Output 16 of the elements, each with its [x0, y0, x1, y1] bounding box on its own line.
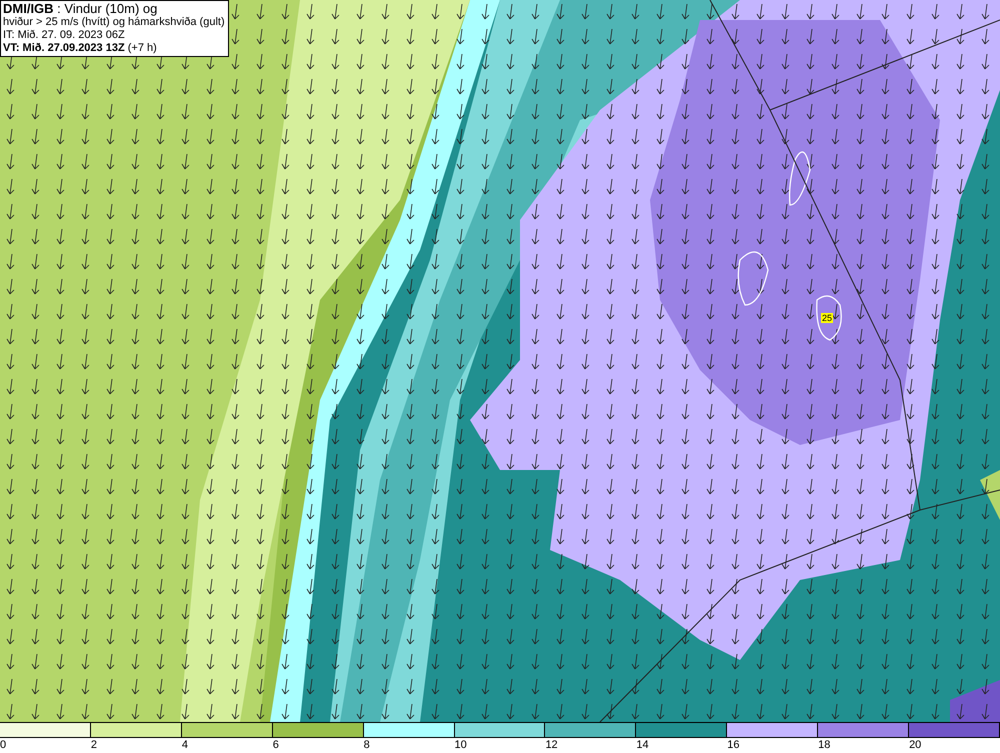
legend-tick-label: 18	[818, 738, 830, 752]
legend-tick-label: 8	[364, 738, 370, 752]
title-line: hviður > 25 m/s (hvítt) og hámarkshviða (gult)	[3, 16, 226, 29]
legend-tick-label: 10	[454, 738, 467, 752]
title-line: VT: Mið. 27.09.2023 13Z (+7 h)	[3, 42, 158, 55]
max-gust-label: 25	[821, 313, 834, 323]
legend-tick-label: 16	[727, 738, 740, 752]
legend-tick-label: 20	[909, 738, 922, 752]
legend-tick-label: 6	[272, 738, 279, 752]
legend-tick-label: 2	[90, 738, 98, 752]
title-line: IT: Mið. 27. 09. 2023 06Z	[3, 29, 126, 42]
legend-tick-label: 12	[545, 738, 558, 752]
legend-tick-label: 14	[636, 738, 649, 752]
legend-tick-label: 0	[0, 738, 6, 752]
title-line: DMI/IGB : Vindur (10m) og	[3, 2, 158, 16]
legend-tick-label: 4	[182, 738, 188, 752]
